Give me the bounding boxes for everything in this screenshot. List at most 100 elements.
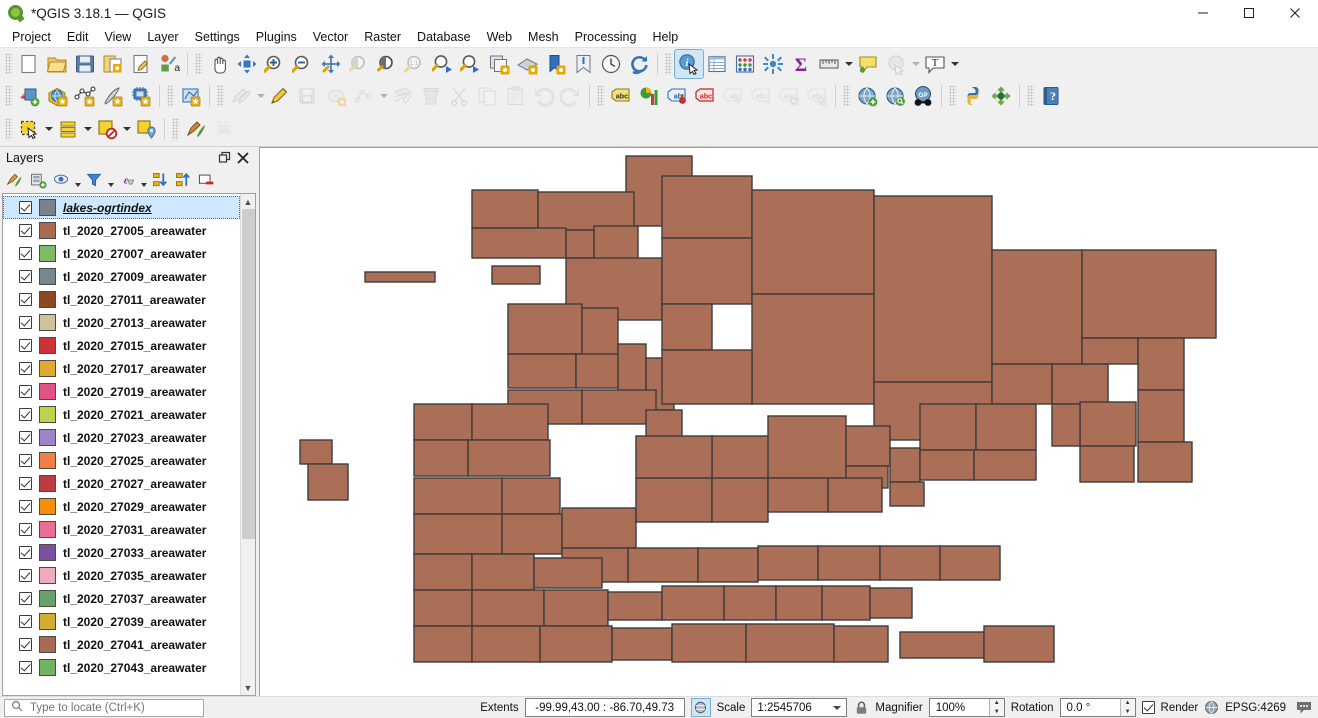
- add-spatialite-layer-button[interactable]: [99, 82, 127, 110]
- layer-visibility-checkbox[interactable]: [19, 477, 32, 490]
- menu-processing[interactable]: Processing: [567, 26, 645, 48]
- toolbar-handle[interactable]: [665, 53, 672, 75]
- maximize-button[interactable]: [1226, 0, 1272, 26]
- new-3d-map-view-button[interactable]: [513, 50, 541, 78]
- help-button[interactable]: ?: [1037, 82, 1065, 110]
- zoom-next-button[interactable]: [457, 50, 485, 78]
- select-by-expression-button[interactable]: [54, 115, 82, 143]
- layer-visibility-checkbox[interactable]: [19, 293, 32, 306]
- refresh-button[interactable]: [625, 50, 653, 78]
- menu-plugins[interactable]: Plugins: [248, 26, 305, 48]
- add-delimited-text-layer-button[interactable]: [71, 82, 99, 110]
- layer-row[interactable]: lakes-ogrtindex: [3, 196, 240, 219]
- field-calculator-button[interactable]: [759, 50, 787, 78]
- zoom-full-button[interactable]: [317, 50, 345, 78]
- select-features-button[interactable]: [15, 115, 43, 143]
- layer-visibility-checkbox[interactable]: [19, 500, 32, 513]
- chevron-down-icon[interactable]: [830, 706, 844, 710]
- highlight-pinned-labels-button[interactable]: ab: [663, 82, 691, 110]
- zoom-out-button[interactable]: [289, 50, 317, 78]
- save-project-as-button[interactable]: [99, 50, 127, 78]
- metasearch-button[interactable]: [853, 82, 881, 110]
- layer-visibility-checkbox[interactable]: [19, 661, 32, 674]
- toolbar-handle[interactable]: [217, 85, 224, 107]
- scrollbar-track[interactable]: [240, 209, 255, 680]
- layer-row[interactable]: tl_2020_27027_areawater: [3, 472, 240, 495]
- pin-labels-button[interactable]: abc: [691, 82, 719, 110]
- toggle-editing-button[interactable]: [266, 82, 294, 110]
- text-annotation-button[interactable]: T: [921, 50, 949, 78]
- layer-visibility-checkbox[interactable]: [19, 270, 32, 283]
- layer-row[interactable]: tl_2020_27037_areawater: [3, 587, 240, 610]
- chevron-down-icon[interactable]: [139, 170, 148, 192]
- layer-row[interactable]: tl_2020_27039_areawater: [3, 610, 240, 633]
- minimize-button[interactable]: [1180, 0, 1226, 26]
- layer-row[interactable]: tl_2020_27011_areawater: [3, 288, 240, 311]
- menu-project[interactable]: Project: [4, 26, 59, 48]
- menu-edit[interactable]: Edit: [59, 26, 97, 48]
- measure-line-button[interactable]: [815, 50, 843, 78]
- chevron-down-icon[interactable]: [82, 115, 93, 143]
- layer-visibility-checkbox[interactable]: [19, 316, 32, 329]
- layer-visibility-checkbox[interactable]: [19, 569, 32, 582]
- layer-row[interactable]: tl_2020_27023_areawater: [3, 426, 240, 449]
- layer-visibility-checkbox[interactable]: [19, 546, 32, 559]
- layer-row[interactable]: tl_2020_27007_areawater: [3, 242, 240, 265]
- menu-help[interactable]: Help: [644, 26, 686, 48]
- scale-combo[interactable]: 1:2545706: [751, 698, 848, 717]
- plugin-manager-button[interactable]: [987, 82, 1015, 110]
- toolbar-handle[interactable]: [949, 85, 956, 107]
- menu-view[interactable]: View: [96, 26, 139, 48]
- menu-layer[interactable]: Layer: [139, 26, 186, 48]
- chevron-down-icon[interactable]: [43, 115, 54, 143]
- layer-row[interactable]: tl_2020_27021_areawater: [3, 403, 240, 426]
- sum-button[interactable]: Σ: [787, 50, 815, 78]
- add-raster-layer-button[interactable]: [43, 82, 71, 110]
- rotation-spinner[interactable]: 0.0 ° ▲ ▼: [1059, 698, 1136, 717]
- new-map-view-button[interactable]: [485, 50, 513, 78]
- layer-visibility-checkbox[interactable]: [19, 339, 32, 352]
- layer-visibility-checkbox[interactable]: [19, 201, 32, 214]
- new-print-layout-button[interactable]: [127, 50, 155, 78]
- layer-row[interactable]: tl_2020_27015_areawater: [3, 334, 240, 357]
- layer-row[interactable]: tl_2020_27041_areawater: [3, 633, 240, 656]
- remove-layer-button[interactable]: [195, 170, 217, 192]
- menu-web[interactable]: Web: [479, 26, 520, 48]
- locate-bar[interactable]: [4, 698, 204, 717]
- layer-row[interactable]: tl_2020_27029_areawater: [3, 495, 240, 518]
- add-group-button[interactable]: [27, 170, 49, 192]
- toggle-extents-icon[interactable]: [690, 698, 711, 717]
- layer-row[interactable]: tl_2020_27025_areawater: [3, 449, 240, 472]
- layer-row[interactable]: tl_2020_27019_areawater: [3, 380, 240, 403]
- geocoding-button[interactable]: GP: [909, 82, 937, 110]
- render-checkbox[interactable]: [1141, 701, 1155, 714]
- menu-settings[interactable]: Settings: [187, 26, 248, 48]
- layer-row[interactable]: tl_2020_27035_areawater: [3, 564, 240, 587]
- deselect-all-button[interactable]: [93, 115, 121, 143]
- new-shapefile-layer-button[interactable]: [177, 82, 205, 110]
- toolbar-handle[interactable]: [5, 118, 12, 140]
- chevron-down-icon[interactable]: [949, 50, 960, 78]
- open-project-button[interactable]: [43, 50, 71, 78]
- layers-scrollbar[interactable]: ▲ ▼: [240, 194, 255, 695]
- toolbar-handle[interactable]: [5, 53, 12, 75]
- map-canvas[interactable]: [259, 147, 1318, 696]
- scroll-up-icon[interactable]: ▲: [240, 194, 255, 209]
- add-postgis-layer-button[interactable]: [127, 82, 155, 110]
- chevron-down-icon[interactable]: [106, 170, 115, 192]
- crs-label[interactable]: EPSG:4269: [1225, 702, 1286, 714]
- crs-globe-icon[interactable]: [1204, 700, 1219, 715]
- layer-visibility-checkbox[interactable]: [19, 247, 32, 260]
- open-attribute-table-button[interactable]: [703, 50, 731, 78]
- layer-row[interactable]: tl_2020_27043_areawater: [3, 656, 240, 679]
- messages-icon[interactable]: [1296, 701, 1312, 715]
- layer-row[interactable]: tl_2020_27031_areawater: [3, 518, 240, 541]
- close-icon[interactable]: [234, 149, 252, 167]
- select-by-location-button[interactable]: [132, 115, 160, 143]
- chevron-down-icon[interactable]: [843, 50, 854, 78]
- add-vector-layer-button[interactable]: [15, 82, 43, 110]
- layer-row[interactable]: tl_2020_27033_areawater: [3, 541, 240, 564]
- map-tips-button[interactable]: [854, 50, 882, 78]
- layer-visibility-checkbox[interactable]: [19, 592, 32, 605]
- menu-mesh[interactable]: Mesh: [520, 26, 567, 48]
